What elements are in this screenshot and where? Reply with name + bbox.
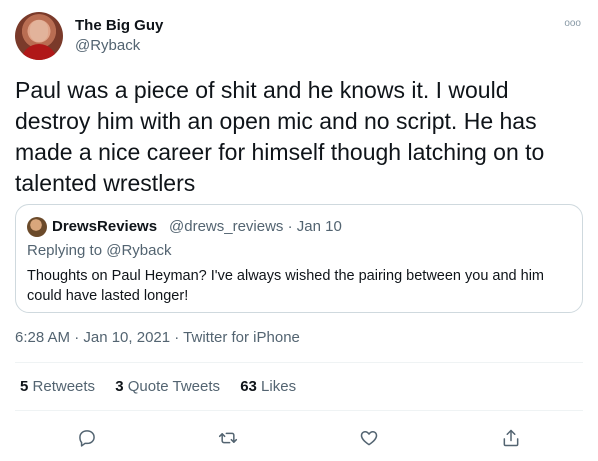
likes-stat[interactable]: 63 Likes: [240, 378, 296, 395]
tweet-meta: 6:28 AM · Jan 10, 2021 · Twitter for iPh…: [15, 329, 300, 346]
likes-count: 63: [240, 378, 257, 395]
tweet-header: The Big Guy @Ryback ooo: [15, 12, 583, 62]
avatar-shirt: [21, 44, 57, 60]
meta-separator: ·: [170, 329, 184, 346]
quoted-author-handle: @drews_reviews · Jan 10: [169, 218, 342, 235]
quote-tweets-count: 3: [115, 378, 124, 395]
divider-bottom: [15, 410, 583, 411]
retweets-count: 5: [20, 378, 29, 395]
likes-label: Likes: [261, 378, 297, 395]
quoted-author-name: DrewsReviews: [52, 218, 158, 235]
quote-tweets-stat[interactable]: 3 Quote Tweets: [115, 378, 220, 395]
more-options-icon[interactable]: ooo: [564, 18, 581, 29]
retweets-label: Retweets: [32, 378, 96, 395]
tweet-actions: [0, 424, 598, 452]
retweets-stat[interactable]: 5 Retweets: [20, 378, 95, 395]
like-icon[interactable]: [355, 424, 383, 452]
share-icon[interactable]: [497, 424, 525, 452]
author-avatar[interactable]: [15, 12, 63, 60]
avatar-head: [30, 20, 48, 42]
quoted-replying-to: Replying to @Ryback: [27, 242, 172, 259]
tweet-stats: 5 Retweets 3 Quote Tweets 63 Likes: [20, 378, 312, 395]
retweet-icon[interactable]: [214, 424, 242, 452]
divider-top: [15, 362, 583, 363]
tweet-source[interactable]: Twitter for iPhone: [183, 329, 300, 346]
tweet-text: Paul was a piece of shit and he knows it…: [15, 77, 545, 196]
quoted-author-avatar: [27, 217, 47, 237]
author-name[interactable]: The Big Guy: [75, 17, 163, 34]
tweet-timestamp[interactable]: 6:28 AM · Jan 10, 2021: [15, 329, 170, 346]
author-handle[interactable]: @Ryback: [75, 37, 140, 54]
quoted-tweet-text: Thoughts on Paul Heyman? I've always wis…: [27, 268, 545, 304]
quote-tweets-label: Quote Tweets: [127, 378, 221, 395]
reply-icon[interactable]: [73, 424, 101, 452]
quoted-tweet-card[interactable]: DrewsReviews @drews_reviews · Jan 10 Rep…: [15, 204, 583, 313]
